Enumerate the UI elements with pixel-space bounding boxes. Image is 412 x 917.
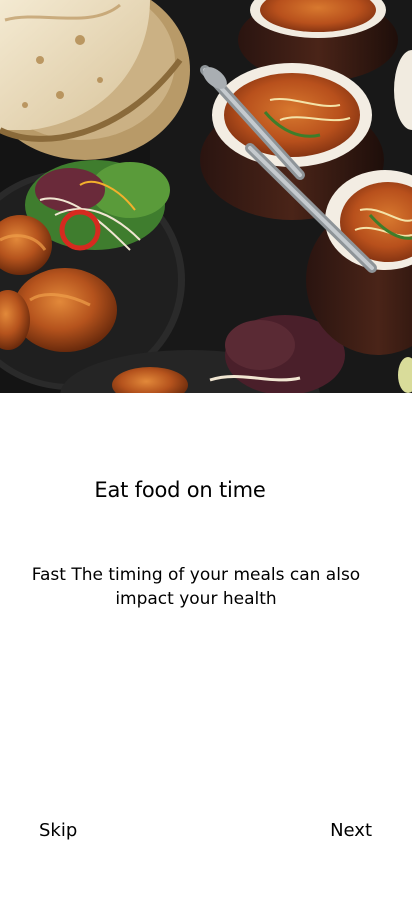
hero-food-image	[0, 0, 412, 393]
onboarding-title: Eat food on time	[94, 478, 266, 502]
skip-button[interactable]: Skip	[39, 818, 77, 843]
onboarding-subtitle: Fast The timing of your meals can also i…	[31, 565, 361, 609]
next-button[interactable]: Next	[330, 818, 372, 843]
